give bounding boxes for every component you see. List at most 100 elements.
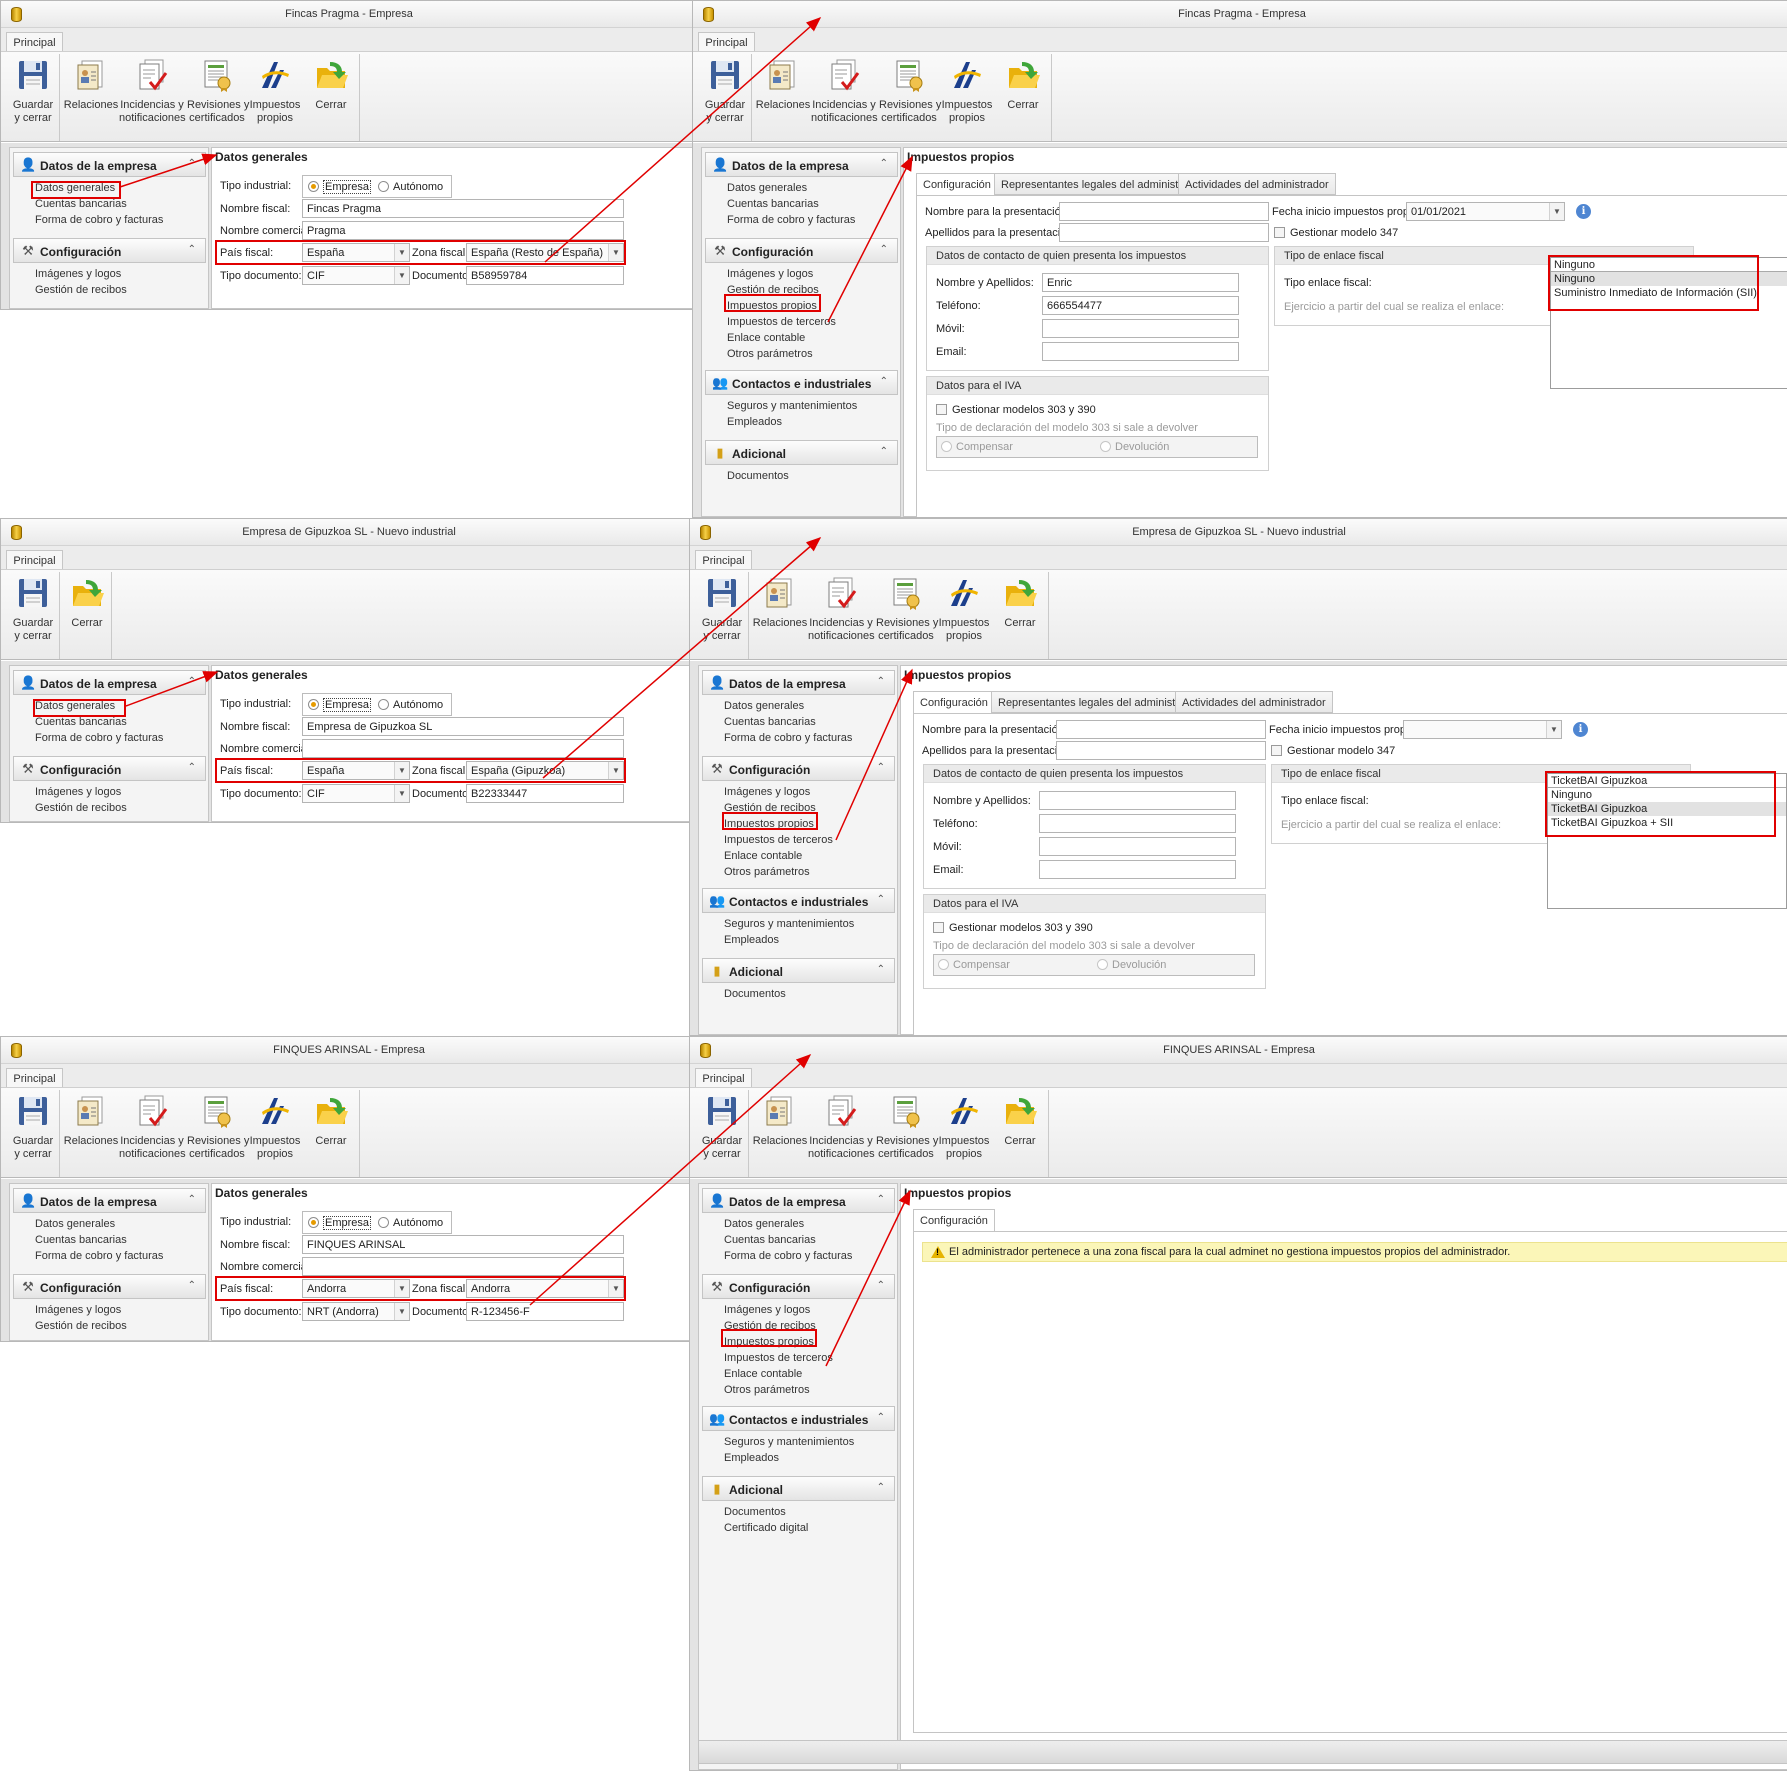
nav-item-gestion-recibos[interactable]: Gestión de recibos (35, 802, 127, 814)
nav-item-documentos[interactable]: Documentos (727, 470, 789, 482)
nav-item-otros-parametros[interactable]: Otros parámetros (724, 1384, 810, 1396)
input-nombre_apellidos[interactable]: Enric (1042, 273, 1239, 292)
nav-item-documentos[interactable]: Documentos (724, 1506, 786, 1518)
nav-item-forma-cobro[interactable]: Forma de cobro y facturas (35, 1250, 163, 1262)
input-telefono[interactable]: 666554477 (1042, 296, 1239, 315)
nav-item-empleados[interactable]: Empleados (724, 934, 779, 946)
certificates-button[interactable]: Revisiones y certificados (187, 58, 249, 125)
nav-item-gestion-recibos[interactable]: Gestión de recibos (35, 1320, 127, 1332)
nombre-comercial-input[interactable] (302, 739, 624, 758)
gestionar-347-checkbox[interactable]: Gestionar modelo 347 (1271, 745, 1395, 757)
nav-group-header[interactable]: 👤 Datos de la empresa ⌃ (702, 670, 895, 695)
radio-autonomo[interactable]: Autónomo (378, 699, 443, 711)
input-telefono[interactable] (1039, 814, 1236, 833)
nombre-fiscal-input[interactable]: FINQUES ARINSAL (302, 1235, 624, 1254)
incidents-button[interactable]: Incidencias y notificaciones (811, 58, 878, 125)
nav-item-impuestos-terceros[interactable]: Impuestos de terceros (724, 834, 833, 846)
radio-devolucion[interactable]: Devolución (1100, 441, 1169, 453)
relations-button[interactable]: Relaciones (755, 58, 811, 112)
nombre-fiscal-input[interactable]: Empresa de Gipuzkoa SL (302, 717, 624, 736)
input-email[interactable] (1039, 860, 1236, 879)
nav-group-header[interactable]: 👥 Contactos e industriales ⌃ (702, 888, 895, 913)
nav-group-header[interactable]: ⚒ Configuración ⌃ (702, 1274, 895, 1299)
nav-item-datos-generales[interactable]: Datos generales (724, 700, 804, 712)
nav-item-gestion-recibos[interactable]: Gestión de recibos (35, 284, 127, 296)
save-and-close-button[interactable]: Guardar y cerrar (9, 576, 57, 643)
nav-item-seguros[interactable]: Seguros y mantenimientos (724, 918, 854, 930)
nombre-presentacion-input[interactable] (1056, 720, 1266, 739)
certificates-button[interactable]: Revisiones y certificados (876, 576, 938, 643)
tab-principal[interactable]: Principal (6, 1068, 63, 1089)
nav-group-header[interactable]: ⚒ Configuración ⌃ (13, 238, 206, 263)
close-button[interactable]: Cerrar (999, 58, 1047, 112)
nav-item-impuestos-terceros[interactable]: Impuestos de terceros (724, 1352, 833, 1364)
nombre-comercial-input[interactable] (302, 1257, 624, 1276)
nombre-fiscal-input[interactable]: Fincas Pragma (302, 199, 624, 218)
nav-item-empleados[interactable]: Empleados (724, 1452, 779, 1464)
own-taxes-button[interactable]: Impuestos propios (249, 1094, 301, 1161)
tab-principal[interactable]: Principal (698, 32, 755, 53)
nav-group-header[interactable]: 👤 Datos de la empresa ⌃ (13, 152, 206, 177)
relations-button[interactable]: Relaciones (63, 58, 119, 112)
tab-principal[interactable]: Principal (6, 32, 63, 53)
nav-item-imagenes[interactable]: Imágenes y logos (727, 268, 813, 280)
nombre-presentacion-input[interactable] (1059, 202, 1269, 221)
nav-item-imagenes[interactable]: Imágenes y logos (35, 786, 121, 798)
nombre-comercial-input[interactable]: Pragma (302, 221, 624, 240)
nav-item-datos-generales[interactable]: Datos generales (35, 1218, 115, 1230)
tab-tab-configuracion[interactable]: Configuración (913, 1209, 995, 1232)
gestionar-303-checkbox[interactable]: Gestionar modelos 303 y 390 (933, 922, 1093, 934)
radio-empresa[interactable]: Empresa (308, 698, 372, 712)
own-taxes-button[interactable]: Impuestos propios (938, 1094, 990, 1161)
nav-item-forma-cobro[interactable]: Forma de cobro y facturas (724, 732, 852, 744)
tab-principal[interactable]: Principal (695, 550, 752, 571)
close-button[interactable]: Cerrar (63, 576, 111, 630)
tab-principal[interactable]: Principal (6, 550, 63, 571)
nav-item-imagenes[interactable]: Imágenes y logos (724, 1304, 810, 1316)
relations-button[interactable]: Relaciones (63, 1094, 119, 1148)
close-button[interactable]: Cerrar (996, 576, 1044, 630)
tab-tab-actividades[interactable]: Actividades del administrador (1175, 691, 1333, 713)
tab-tab-configuracion[interactable]: Configuración (913, 691, 995, 714)
nav-group-header[interactable]: 👤 Datos de la empresa ⌃ (702, 1188, 895, 1213)
nav-item-imagenes[interactable]: Imágenes y logos (35, 268, 121, 280)
input-movil[interactable] (1039, 837, 1236, 856)
nav-group-header[interactable]: 👤 Datos de la empresa ⌃ (13, 1188, 206, 1213)
own-taxes-button[interactable]: Impuestos propios (249, 58, 301, 125)
fecha-inicio-input[interactable]: ▼ (1403, 720, 1562, 739)
nav-group-header[interactable]: ⚒ Configuración ⌃ (705, 238, 898, 263)
nav-item-forma-cobro[interactable]: Forma de cobro y facturas (727, 214, 855, 226)
radio-autonomo[interactable]: Autónomo (378, 181, 443, 193)
fecha-inicio-input[interactable]: 01/01/2021 ▼ (1406, 202, 1565, 221)
input-nombre_apellidos[interactable] (1039, 791, 1236, 810)
nav-item-datos-generales[interactable]: Datos generales (724, 1218, 804, 1230)
incidents-button[interactable]: Incidencias y notificaciones (808, 576, 875, 643)
nav-group-header[interactable]: 👤 Datos de la empresa ⌃ (705, 152, 898, 177)
nav-item-impuestos-terceros[interactable]: Impuestos de terceros (727, 316, 836, 328)
nav-item-cuentas-bancarias[interactable]: Cuentas bancarias (35, 1234, 127, 1246)
radio-empresa[interactable]: Empresa (308, 180, 372, 194)
incidents-button[interactable]: Incidencias y notificaciones (119, 1094, 186, 1161)
tipo-documento-select[interactable]: CIF ▼ (302, 266, 410, 285)
nav-item-seguros[interactable]: Seguros y mantenimientos (727, 400, 857, 412)
nav-item-forma-cobro[interactable]: Forma de cobro y facturas (35, 214, 163, 226)
nav-item-cuentas-bancarias[interactable]: Cuentas bancarias (724, 1234, 816, 1246)
nav-item-otros-parametros[interactable]: Otros parámetros (727, 348, 813, 360)
close-button[interactable]: Cerrar (307, 58, 355, 112)
certificates-button[interactable]: Revisiones y certificados (187, 1094, 249, 1161)
tab-tab-configuracion[interactable]: Configuración (916, 173, 998, 196)
nav-item-enlace-contable[interactable]: Enlace contable (724, 1368, 802, 1380)
own-taxes-button[interactable]: Impuestos propios (941, 58, 993, 125)
input-movil[interactable] (1042, 319, 1239, 338)
relations-button[interactable]: Relaciones (752, 1094, 808, 1148)
radio-autonomo[interactable]: Autónomo (378, 1217, 443, 1229)
apellidos-presentacion-input[interactable] (1059, 223, 1269, 242)
nav-item-cuentas-bancarias[interactable]: Cuentas bancarias (35, 716, 127, 728)
nav-item-empleados[interactable]: Empleados (727, 416, 782, 428)
documento-input[interactable]: B22333447 (466, 784, 624, 803)
nav-item-cuentas-bancarias[interactable]: Cuentas bancarias (724, 716, 816, 728)
save-and-close-button[interactable]: Guardar y cerrar (698, 1094, 746, 1161)
incidents-button[interactable]: Incidencias y notificaciones (119, 58, 186, 125)
tipo-documento-select[interactable]: NRT (Andorra) ▼ (302, 1302, 410, 1321)
nav-item-enlace-contable[interactable]: Enlace contable (727, 332, 805, 344)
